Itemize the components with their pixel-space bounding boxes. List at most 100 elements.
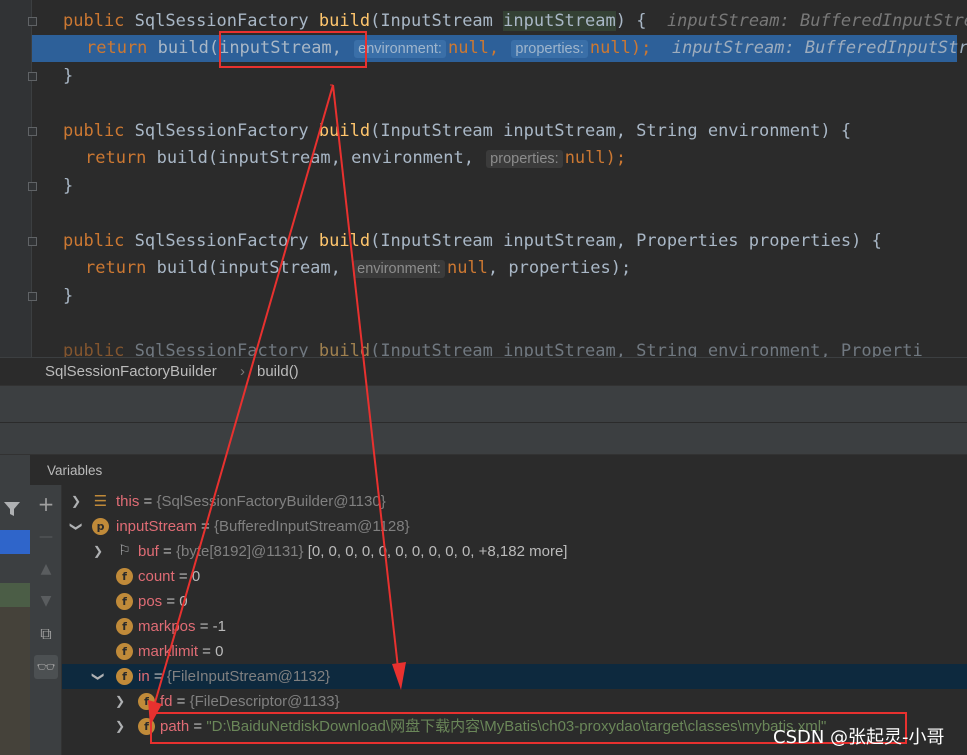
variable-name: buf — [138, 543, 159, 560]
keyword: public — [63, 11, 135, 31]
move-up-icon[interactable]: ▲ — [34, 557, 58, 581]
expand-arrow-icon[interactable]: ❯ — [114, 689, 126, 714]
filter-icon[interactable] — [2, 499, 22, 519]
add-watch-icon[interactable]: + — [34, 492, 58, 516]
variable-row[interactable]: ❯ p inputStream = {BufferedInputStream@1… — [62, 514, 967, 539]
variable-type: {SqlSessionFactoryBuilder@1130} — [156, 493, 386, 510]
code-line-4[interactable]: public SqlSessionFactory build(InputStre… — [63, 118, 967, 145]
expand-arrow-icon[interactable]: ❯ — [114, 714, 126, 739]
code-text: ) { — [615, 11, 647, 31]
breadcrumb-method[interactable]: build() — [257, 363, 299, 380]
method-name: build — [318, 341, 371, 357]
fold-marker-icon[interactable] — [28, 182, 37, 191]
variables-toolbar: + — ▲ ▼ ⧉ 👓︎ — [30, 485, 62, 755]
code-text: (InputStream — [370, 11, 504, 31]
code-line-6[interactable]: } — [63, 173, 967, 200]
equals: = — [196, 518, 214, 535]
code-line-5[interactable]: return build(inputStream, environment, p… — [85, 145, 967, 172]
copy-icon[interactable]: ⧉ — [34, 622, 58, 646]
null-literal: null, — [447, 38, 510, 58]
code-text: ); — [605, 148, 627, 168]
return-type: SqlSessionFactory — [134, 11, 319, 31]
glasses-icon[interactable]: 👓︎ — [34, 655, 58, 679]
editor-gutter[interactable] — [0, 0, 32, 357]
variable-row[interactable]: ❯ ⚐ buf = {byte[8192]@1131} [0, 0, 0, 0,… — [62, 539, 967, 564]
variable-row[interactable]: ❯ f fd = {FileDescriptor@1133} — [62, 689, 967, 714]
equals: = — [174, 568, 192, 585]
param-hint: properties: — [511, 40, 588, 58]
frame-item[interactable] — [0, 607, 30, 755]
variable-row[interactable]: f marklimit = 0 — [62, 639, 967, 664]
field-icon: f — [116, 593, 133, 610]
fold-marker-icon[interactable] — [28, 17, 37, 26]
variable-row[interactable]: f count = 0 — [62, 564, 967, 589]
code-text: (InputStream inputStream, String environ… — [370, 121, 852, 141]
variable-value: [0, 0, 0, 0, 0, 0, 0, 0, 0, 0, +8,182 mo… — [307, 543, 568, 560]
variable-value: 0 — [191, 568, 201, 585]
code-text: } — [63, 176, 74, 196]
variable-row[interactable]: f markpos = -1 — [62, 614, 967, 639]
fold-marker-icon[interactable] — [28, 237, 37, 246]
variable-name: marklimit — [138, 643, 198, 660]
field-icon: f — [116, 668, 133, 685]
frame-item[interactable] — [0, 583, 30, 607]
fold-marker-icon[interactable] — [28, 127, 37, 136]
method-name: build — [318, 121, 371, 141]
equals: = — [162, 593, 180, 610]
code-text: build(inputStream, — [156, 258, 352, 278]
code-line-7[interactable]: public SqlSessionFactory build(InputStre… — [63, 228, 967, 255]
variable-name: inputStream — [116, 518, 197, 535]
code-line-3[interactable]: } — [63, 63, 967, 90]
code-line-8[interactable]: return build(inputStream, environment: nu… — [85, 255, 967, 282]
return-type: SqlSessionFactory — [134, 341, 319, 357]
variable-row-selected[interactable]: ❯ f in = {FileInputStream@1132} — [62, 664, 967, 689]
code-line-1[interactable]: public SqlSessionFactory build(InputStre… — [63, 8, 967, 35]
remove-icon[interactable]: — — [34, 525, 58, 549]
variable-type: {FileDescriptor@1133} — [189, 693, 340, 710]
code-line-9[interactable]: } — [63, 283, 967, 310]
expand-arrow-icon[interactable]: ❯ — [70, 489, 82, 514]
variable-value: 0 — [215, 643, 224, 660]
variable-row[interactable]: f pos = 0 — [62, 589, 967, 614]
keyword: public — [63, 121, 135, 141]
code-text: ); — [630, 38, 652, 58]
breadcrumb: SqlSessionFactoryBuilder › build() — [0, 357, 967, 385]
null-literal: null — [589, 38, 631, 58]
variable-name: pos — [138, 593, 163, 610]
field-icon: f — [116, 618, 133, 635]
collapse-arrow-icon[interactable]: ❯ — [86, 671, 111, 683]
code-editor[interactable]: public SqlSessionFactory build(InputStre… — [0, 0, 967, 357]
parameter-icon: p — [92, 518, 109, 535]
code-text: (InputStream inputStream, String environ… — [370, 341, 923, 357]
method-name: build — [318, 11, 371, 31]
variable-row[interactable]: ❯ ☰ this = {SqlSessionFactoryBuilder@113… — [62, 489, 967, 514]
variable-name: fd — [160, 693, 173, 710]
equals: = — [149, 668, 167, 685]
code-text: } — [63, 66, 74, 86]
selected-frame[interactable] — [0, 530, 30, 554]
variable-name: this — [116, 493, 140, 510]
breadcrumb-class[interactable]: SqlSessionFactoryBuilder — [45, 363, 217, 380]
array-flag-icon: ⚐ — [118, 543, 131, 559]
keyword: public — [63, 231, 135, 251]
collapse-arrow-icon[interactable]: ❯ — [64, 521, 89, 533]
debug-tabs-bar — [0, 422, 967, 454]
field-icon: f — [116, 643, 133, 660]
fold-marker-icon[interactable] — [28, 72, 37, 81]
code-line-2-current[interactable]: return build(inputStream, environment: nu… — [32, 35, 967, 62]
field-icon: f — [138, 693, 155, 710]
variable-value: 0 — [179, 593, 188, 610]
watermark: CSDN @张起灵-小哥 — [773, 727, 945, 748]
frames-strip[interactable] — [0, 455, 30, 755]
debug-toolbar — [0, 385, 967, 422]
keyword: return — [85, 148, 157, 168]
move-down-icon[interactable]: ▼ — [34, 589, 58, 613]
code-line-10[interactable]: public SqlSessionFactory build(InputStre… — [63, 338, 967, 357]
keyword: public — [63, 341, 135, 357]
debugger-panel: Variables + — ▲ ▼ ⧉ 👓︎ ❯ ☰ this = {SqlSe… — [0, 454, 967, 755]
field-icon: f — [116, 568, 133, 585]
fold-marker-icon[interactable] — [28, 292, 37, 301]
variable-name: count — [138, 568, 175, 585]
equals: = — [158, 543, 176, 560]
expand-arrow-icon[interactable]: ❯ — [92, 539, 104, 564]
